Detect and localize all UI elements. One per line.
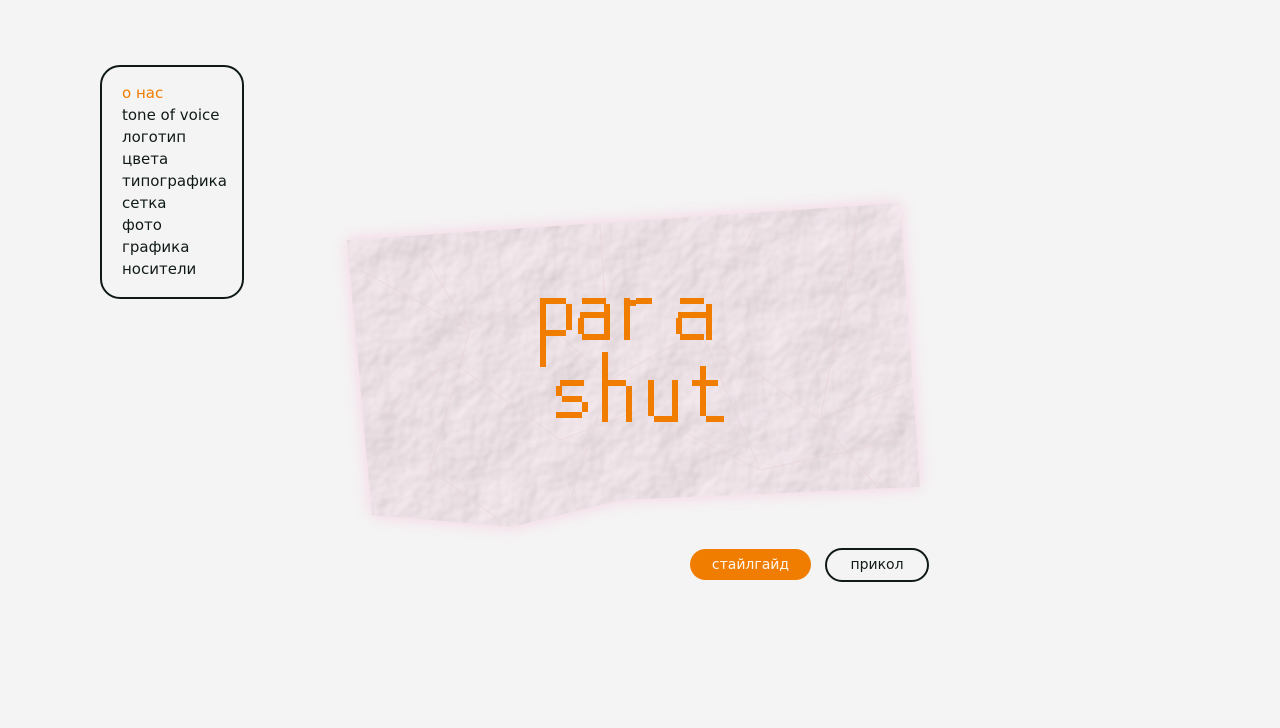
prikol-button[interactable]: прикол xyxy=(825,548,929,582)
styleguide-button[interactable]: стайлгайд xyxy=(690,549,811,580)
parashut-logo: para shut xyxy=(540,298,724,422)
page: о нас tone of voice логотип цвета типогр… xyxy=(0,0,1280,728)
